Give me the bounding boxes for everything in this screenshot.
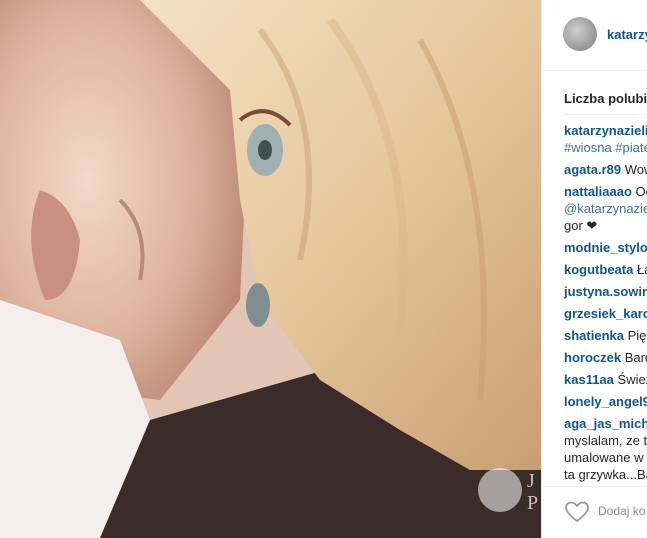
comment-text: ta grzywka...Ba	[564, 467, 647, 482]
selfie-illustration	[0, 0, 541, 538]
comment-username[interactable]: kogutbeata	[564, 262, 633, 277]
comment-text: Wow	[624, 162, 647, 177]
avatar[interactable]	[563, 17, 597, 51]
list-item: kogutbeata Ła	[564, 261, 647, 278]
list-item: justyna.sowins	[564, 283, 647, 300]
post-header: katarzy	[542, 0, 647, 71]
comments-list: katarzynazielir #wiosna #piate agata.r89…	[564, 122, 647, 483]
watermark-text: J P	[527, 470, 539, 514]
comment-username[interactable]: nattaliaaao	[564, 184, 632, 199]
comment-text: Bard	[624, 350, 647, 365]
likes-count[interactable]: Liczba polubie	[564, 91, 647, 106]
divider	[564, 114, 647, 115]
header-username[interactable]: katarzy	[607, 27, 647, 42]
comment-text: umalowane w	[564, 450, 644, 465]
comment-username[interactable]: modnie_stylow	[564, 240, 647, 255]
comment-text: Świeżo	[617, 372, 647, 387]
heart-icon[interactable]	[564, 500, 590, 524]
comment-username[interactable]: agata.r89	[564, 162, 621, 177]
comment-text: myslalam, ze t	[564, 433, 647, 448]
comment-mention[interactable]: @katarzynazie	[564, 200, 647, 217]
comment-username[interactable]: lonely_angel9	[564, 394, 647, 409]
post-photo[interactable]: J P	[0, 0, 541, 538]
comment-username[interactable]: horoczek	[564, 350, 621, 365]
caption-username[interactable]: katarzynazielir	[564, 123, 647, 138]
comment-username[interactable]: kas11aa	[564, 372, 614, 387]
watermark-logo	[478, 468, 522, 512]
post-actions: Dodaj ko	[542, 486, 647, 538]
instagram-post-view: J P katarzy Liczba polubie katarzynaziel…	[0, 0, 647, 538]
list-item: grzesiek_karo	[564, 305, 647, 322]
comment-username[interactable]: justyna.sowins	[564, 284, 647, 299]
add-comment-input[interactable]: Dodaj ko	[598, 504, 645, 518]
post-sidebar: katarzy Liczba polubie katarzynazielir #…	[541, 0, 647, 538]
list-item: shatienka Pięk	[564, 327, 647, 344]
list-item: horoczek Bard	[564, 349, 647, 366]
comment-username[interactable]: aga_jas_micha	[564, 416, 647, 431]
list-item: nattaliaaao Oc	[564, 183, 647, 200]
comment-text: gor ❤	[564, 218, 598, 233]
list-item: kas11aa Świeżo	[564, 371, 647, 388]
caption: katarzynazielir	[564, 122, 647, 139]
comment-text: Oc	[635, 184, 647, 199]
comment-username[interactable]: grzesiek_karo	[564, 306, 647, 321]
list-item: aga_jas_micha	[564, 415, 647, 432]
list-item: lonely_angel9	[564, 393, 647, 410]
comment-text: Pięk	[627, 328, 647, 343]
comment-username[interactable]: shatienka	[564, 328, 624, 343]
list-item: modnie_stylow	[564, 239, 647, 256]
caption-hashtags[interactable]: #wiosna #piate	[564, 139, 647, 156]
list-item: agata.r89 Wow	[564, 161, 647, 178]
comment-text: Ła	[636, 262, 647, 277]
